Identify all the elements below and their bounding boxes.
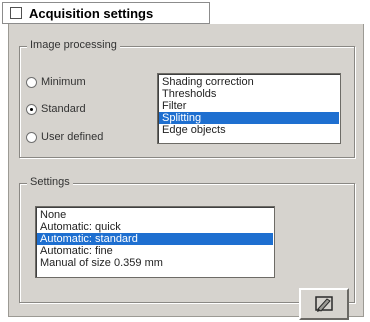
- radio-user-defined-label: User defined: [41, 131, 104, 143]
- radio-minimum[interactable]: Minimum: [26, 76, 86, 88]
- settings-list-item[interactable]: None: [37, 209, 273, 221]
- edit-settings-button[interactable]: [299, 288, 349, 320]
- settings-group: Settings None Automatic: quick Automatic…: [19, 176, 355, 303]
- settings-list-item-selected[interactable]: Automatic: standard: [37, 233, 273, 245]
- radio-standard-label: Standard: [41, 103, 86, 115]
- settings-list-item[interactable]: Automatic: quick: [37, 221, 273, 233]
- settings-legend: Settings: [27, 176, 73, 188]
- title-checkbox[interactable]: [10, 7, 22, 19]
- radio-standard-dot[interactable]: [26, 103, 37, 115]
- settings-list-item[interactable]: Manual of size 0.359 mm: [37, 257, 273, 269]
- radio-user-defined-dot[interactable]: [26, 131, 37, 143]
- settings-list-item[interactable]: Automatic: fine: [37, 245, 273, 257]
- pencil-edit-icon: [315, 296, 333, 312]
- radio-user-defined[interactable]: User defined: [26, 131, 103, 143]
- processing-list-item[interactable]: Shading correction: [159, 76, 339, 88]
- radio-minimum-dot[interactable]: [26, 76, 37, 88]
- processing-list-item[interactable]: Filter: [159, 100, 339, 112]
- radio-minimum-label: Minimum: [41, 76, 86, 88]
- image-processing-group: Image processing Minimum Standard User d…: [19, 39, 355, 158]
- image-processing-legend: Image processing: [27, 39, 120, 51]
- window-title: Acquisition settings: [29, 6, 154, 21]
- window-title-bar: Acquisition settings: [2, 2, 210, 24]
- settings-list[interactable]: None Automatic: quick Automatic: standar…: [35, 206, 275, 278]
- processing-list-item[interactable]: Edge objects: [159, 124, 339, 136]
- processing-list-item-selected[interactable]: Splitting: [159, 112, 339, 124]
- processing-list-item[interactable]: Thresholds: [159, 88, 339, 100]
- processing-steps-list[interactable]: Shading correction Thresholds Filter Spl…: [157, 73, 341, 144]
- radio-standard[interactable]: Standard: [26, 103, 86, 115]
- settings-panel: Image processing Minimum Standard User d…: [8, 24, 364, 320]
